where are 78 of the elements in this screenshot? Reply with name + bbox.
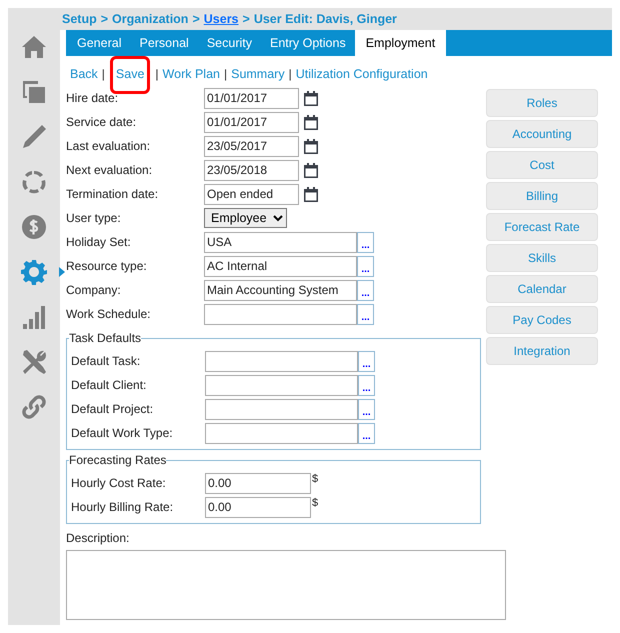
lookup-field[interactable]: [205, 422, 358, 444]
currency-text: $: [312, 496, 318, 511]
field-label: Default Client:: [71, 377, 148, 394]
calendar-icon[interactable]: [304, 114, 318, 130]
user-type-select[interactable]: Employee: [204, 208, 287, 228]
field-label: Default Task:: [71, 353, 142, 370]
date-field[interactable]: 23/05/2018: [204, 160, 299, 180]
highlighted-link[interactable]: Save: [112, 58, 148, 92]
breadcrumb-text: Setup: [62, 10, 97, 28]
link-icon[interactable]: [20, 392, 48, 420]
lookup-button[interactable]: ...: [358, 422, 375, 444]
lookup-button[interactable]: ...: [357, 232, 374, 252]
field-label: Default Project:: [71, 401, 154, 418]
dollar-icon[interactable]: [20, 212, 48, 240]
field-label: Last evaluation:: [66, 138, 152, 155]
field-label: Next evaluation:: [66, 162, 154, 179]
field-label: Holiday Set:: [66, 234, 132, 251]
calendar-icon[interactable]: [304, 90, 318, 106]
lookup-field[interactable]: [205, 374, 358, 396]
separator-text: |: [288, 66, 292, 83]
group-title: Task Defaults: [69, 332, 142, 344]
lookup-button[interactable]: ...: [357, 304, 374, 324]
field-label: Service date:: [66, 114, 138, 131]
field-label: Hourly Billing Rate:: [71, 499, 174, 516]
breadcrumb-link[interactable]: Users: [204, 10, 239, 28]
lookup-button[interactable]: ...: [357, 280, 374, 300]
field-label: Termination date:: [66, 186, 160, 203]
currency-text: $: [312, 472, 318, 487]
tools-icon[interactable]: [20, 348, 48, 376]
lookup-field[interactable]: [205, 350, 358, 372]
field-label: Hourly Cost Rate:: [71, 475, 167, 492]
field-label: Default Work Type:: [71, 425, 174, 442]
lookup-button[interactable]: ...: [358, 374, 375, 396]
date-field[interactable]: 01/01/2017: [204, 112, 299, 132]
lookup-field[interactable]: [205, 398, 358, 420]
action-link[interactable]: Work Plan: [162, 64, 220, 84]
pointer-icon: [59, 267, 65, 277]
date-field[interactable]: Open ended: [204, 184, 299, 204]
rate-field[interactable]: 0.00: [205, 496, 311, 518]
separator-text: |: [102, 66, 105, 83]
action-link[interactable]: Summary: [231, 64, 285, 84]
date-field[interactable]: 23/05/2017: [204, 136, 299, 156]
action-link[interactable]: Back: [70, 64, 98, 84]
date-field[interactable]: 01/01/2017: [204, 88, 299, 108]
field-label: Hire date:: [66, 90, 120, 107]
lookup-field[interactable]: [204, 304, 357, 324]
description-label: Description:: [66, 530, 130, 547]
tab[interactable]: General: [68, 30, 130, 56]
tab[interactable]: Employment: [354, 30, 446, 56]
lookup-button[interactable]: ...: [358, 350, 375, 372]
action-link[interactable]: Utilization Configuration: [296, 64, 428, 84]
breadcrumb-text: >: [242, 10, 250, 28]
description-field[interactable]: [66, 550, 506, 620]
field-label: Resource type:: [66, 258, 148, 275]
separator-text: |: [224, 66, 228, 83]
breadcrumb-text: User Edit: Davis, Ginger: [254, 10, 397, 28]
calendar-icon[interactable]: [304, 138, 318, 154]
tab[interactable]: Personal: [130, 30, 198, 56]
breadcrumb-text: Organization: [112, 10, 188, 28]
group-title: Forecasting Rates: [69, 454, 166, 466]
field-label: Work Schedule:: [66, 306, 152, 323]
calendar-icon[interactable]: [304, 162, 318, 178]
tab[interactable]: Entry Options: [260, 30, 355, 56]
pencil-icon[interactable]: [20, 122, 48, 150]
rate-field[interactable]: 0.00: [205, 472, 311, 494]
lookup-field[interactable]: AC Internal: [204, 256, 357, 276]
breadcrumb-text: >: [192, 10, 200, 28]
breadcrumb-text: >: [100, 10, 108, 28]
separator-text: |: [155, 66, 159, 83]
lookup-button[interactable]: ...: [357, 256, 374, 276]
calendar-icon[interactable]: [304, 186, 318, 202]
field-label: User type:: [66, 210, 122, 227]
lookup-field[interactable]: Main Accounting System: [204, 280, 357, 300]
lookup-button[interactable]: ...: [358, 398, 375, 420]
gear-icon[interactable]: [20, 258, 48, 286]
tab[interactable]: Security: [198, 30, 261, 56]
lookup-field[interactable]: USA: [204, 232, 357, 252]
field-label: Company:: [66, 282, 122, 299]
